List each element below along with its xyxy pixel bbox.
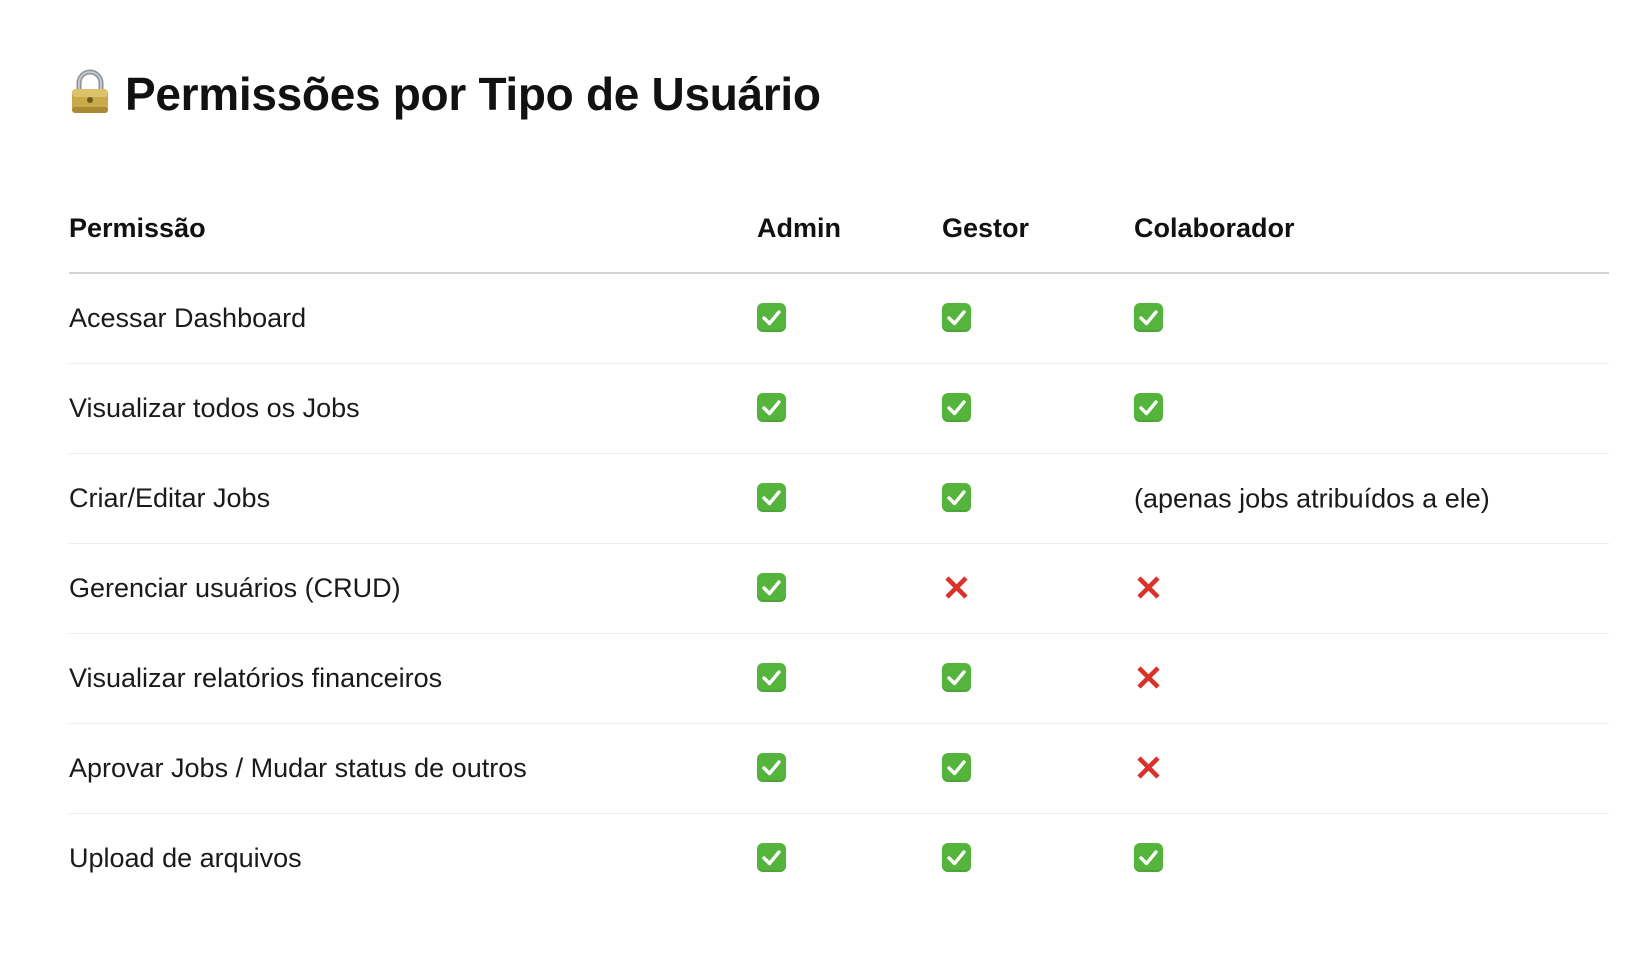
check-icon	[1134, 843, 1163, 873]
cell-colaborador	[1134, 543, 1609, 634]
permission-label: Visualizar todos os Jobs	[69, 363, 757, 454]
table-row: Aprovar Jobs / Mudar status de outros	[69, 723, 1609, 814]
cross-icon	[1134, 663, 1163, 692]
cell-admin	[757, 633, 942, 724]
cell-gestor	[942, 273, 1134, 364]
cell-gestor	[942, 723, 1134, 814]
table-row: Gerenciar usuários (CRUD)	[69, 543, 1609, 634]
cell-admin	[757, 723, 942, 814]
header-admin: Admin	[757, 184, 942, 274]
check-icon	[942, 303, 971, 333]
permission-label: Upload de arquivos	[69, 843, 302, 873]
cell-colaborador	[1134, 633, 1609, 724]
lock-icon	[69, 69, 111, 115]
cell-colaborador	[1134, 273, 1609, 364]
cell-colaborador	[1134, 723, 1609, 814]
check-icon	[942, 663, 971, 693]
cell-admin	[757, 453, 942, 544]
cell-gestor	[942, 633, 1134, 724]
check-icon	[757, 303, 786, 333]
cell-gestor	[942, 363, 1134, 454]
cell-admin	[757, 814, 942, 904]
page-title: Permissões por Tipo de Usuário	[69, 62, 821, 126]
cell-admin	[757, 543, 942, 634]
cell-gestor	[942, 543, 1134, 634]
permission-label: Aprovar Jobs / Mudar status de outros	[69, 723, 757, 814]
cell-gestor	[942, 453, 1134, 544]
cell-colaborador	[1134, 363, 1609, 454]
table-row: Criar/Editar Jobs (apenas jobs atribuídos…	[69, 453, 1609, 544]
table-row: Acessar Dashboard	[69, 273, 1609, 364]
check-icon	[757, 393, 786, 423]
page-title-text: Permissões por Tipo de Usuário	[125, 68, 821, 120]
cross-icon	[1134, 573, 1163, 602]
table-row: Visualizar relatórios financeiros	[69, 633, 1609, 724]
cell-colaborador: (apenas jobs atribuídos a ele)	[1134, 453, 1609, 544]
cell-note: (apenas jobs atribuídos a ele)	[1134, 483, 1490, 514]
cell-admin	[757, 273, 942, 364]
check-icon	[757, 753, 786, 783]
permissions-table: Permissão Admin Gestor Colaborador Acess…	[69, 184, 1609, 903]
permission-label: Acessar Dashboard	[69, 273, 757, 364]
cross-icon	[1134, 753, 1163, 782]
cell-colaborador	[1134, 814, 1609, 904]
cross-icon	[942, 573, 971, 602]
permission-label: Criar/Editar Jobs	[69, 453, 757, 544]
check-icon	[942, 843, 971, 873]
table-body: Acessar Dashboard Visualizar todos os Job…	[69, 273, 1609, 903]
check-icon	[942, 393, 971, 423]
check-icon	[757, 843, 786, 873]
check-icon	[1134, 303, 1163, 333]
check-icon	[757, 573, 786, 603]
header-colaborador: Colaborador	[1134, 184, 1609, 274]
check-icon	[1134, 393, 1163, 423]
cell-admin	[757, 363, 942, 454]
check-icon	[757, 663, 786, 693]
header-gestor: Gestor	[942, 184, 1134, 274]
header-permissao: Permissão	[69, 184, 757, 274]
check-icon	[942, 483, 971, 513]
cell-gestor	[942, 814, 1134, 904]
permission-label: Gerenciar usuários (CRUD)	[69, 543, 757, 634]
check-icon	[757, 483, 786, 513]
table-header-row: Permissão Admin Gestor Colaborador	[69, 184, 1609, 274]
table-row: Upload de arquivos	[69, 814, 1609, 904]
permission-label: Visualizar relatórios financeiros	[69, 633, 757, 724]
table-row: Visualizar todos os Jobs	[69, 363, 1609, 454]
check-icon	[942, 753, 971, 783]
